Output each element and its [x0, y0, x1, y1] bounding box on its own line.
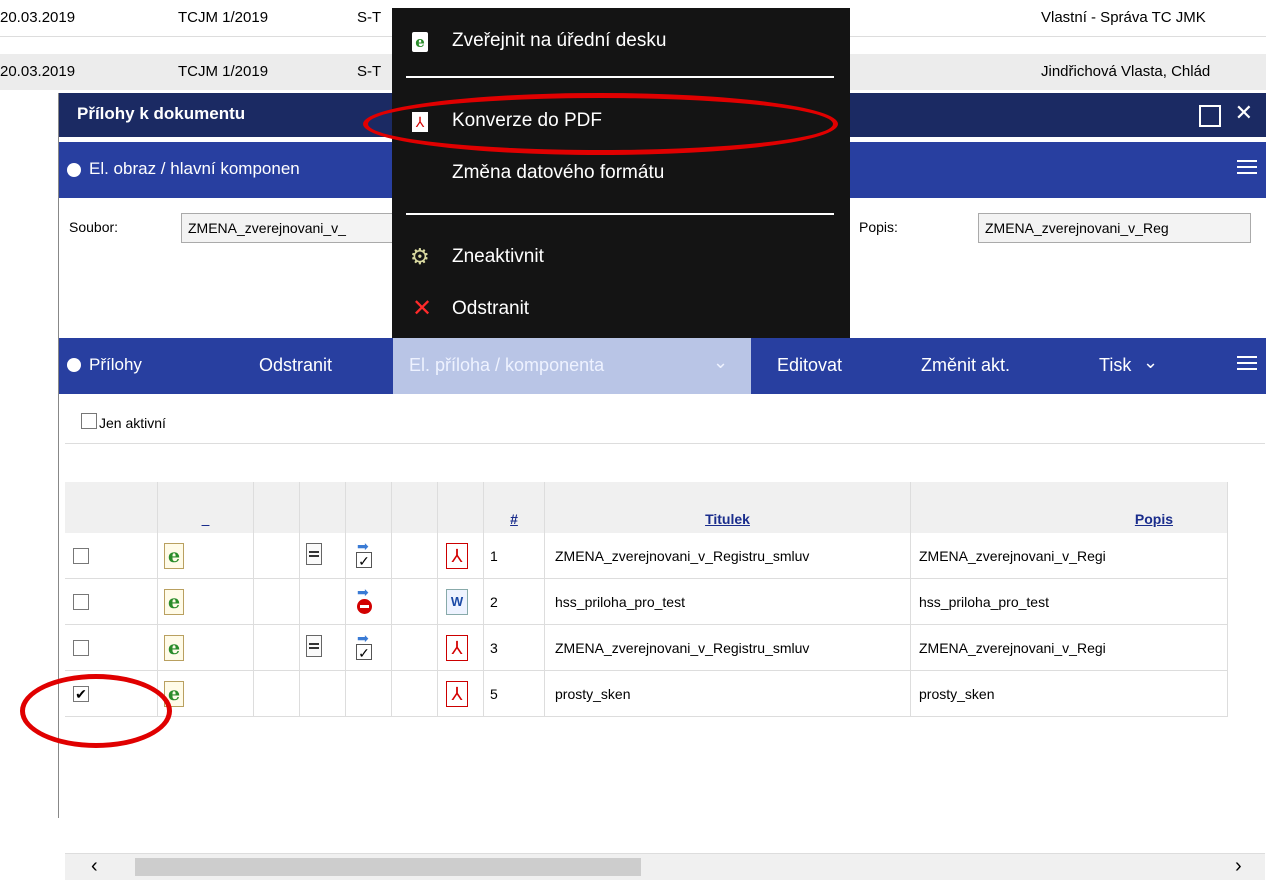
menu-item-change-format[interactable]: Změna datového formátu: [392, 154, 850, 194]
description-label: Popis:: [859, 219, 898, 235]
file-field[interactable]: ZMENA_zverejnovani_v_: [181, 213, 409, 243]
attachments-section-bar: Přílohy Odstranit El. příloha / komponen…: [59, 338, 1266, 394]
e-document-icon: e: [164, 542, 184, 569]
file-label: Soubor:: [69, 219, 119, 235]
menu-icon[interactable]: [1237, 156, 1257, 178]
only-active-checkbox[interactable]: [81, 413, 97, 429]
signature-valid-icon: ➡ ✓: [354, 631, 376, 661]
bullet-icon: [67, 163, 81, 177]
row-title: prosty_sken: [544, 670, 911, 717]
header-dash[interactable]: _: [157, 482, 254, 533]
print-button[interactable]: Tisk: [1099, 355, 1131, 376]
header-blank: [345, 482, 392, 533]
menu-item-label: Odstranit: [452, 298, 530, 319]
row-ref: TCJM 1/2019: [178, 9, 269, 26]
menu-icon[interactable]: [1237, 352, 1257, 374]
close-icon[interactable]: ✕: [1235, 100, 1253, 126]
table-row[interactable]: e ➡ ✓ ⅄ 3 ZMENA_zverejnovani_v_Registru_s…: [65, 624, 1228, 671]
close-icon: ✕: [412, 295, 433, 322]
row-number: 5: [483, 670, 545, 717]
header-blank: [253, 482, 300, 533]
annotation-ellipse: [20, 674, 172, 748]
horizontal-scrollbar[interactable]: ‹ ›: [65, 853, 1265, 880]
remove-button[interactable]: Odstranit: [259, 355, 332, 376]
scroll-left-icon[interactable]: ‹: [91, 855, 98, 878]
menu-item-label: Zneaktivnit: [452, 246, 544, 267]
pdf-icon: ⅄: [446, 634, 468, 661]
component-button-label: El. příloha / komponenta: [409, 355, 605, 375]
e-document-icon: e: [164, 588, 184, 615]
row-title: ZMENA_zverejnovani_v_Registru_smluv: [544, 533, 911, 579]
menu-item-publish[interactable]: e Zveřejnit na úřední desku: [392, 22, 850, 62]
pdf-icon: ⅄: [446, 542, 468, 569]
table-row[interactable]: ✔ e ⅄ 5 prosty_sken prosty_sken: [65, 670, 1228, 717]
row-checkbox[interactable]: [73, 639, 89, 656]
row-number: 1: [483, 533, 545, 579]
menu-item-deactivate[interactable]: ⚙ Zneaktivnit: [392, 238, 850, 278]
row-description: prosty_sken: [910, 670, 1228, 717]
maximize-icon[interactable]: [1199, 105, 1221, 127]
row-checkbox[interactable]: [73, 547, 89, 564]
row-description: ZMENA_zverejnovani_v_Regi: [910, 624, 1228, 671]
menu-item-label: Změna datového formátu: [452, 162, 665, 183]
table-row[interactable]: e ➡ W 2 hss_priloha_pro_test hss_priloha…: [65, 578, 1228, 625]
header-number[interactable]: #: [483, 482, 545, 533]
context-menu: e Zveřejnit na úřední desku ⅄ Konverze d…: [392, 8, 850, 338]
annotation-ellipse: [363, 93, 838, 155]
bullet-icon: [67, 358, 81, 372]
row-title: ZMENA_zverejnovani_v_Registru_smluv: [544, 624, 911, 671]
document-icon: [306, 635, 322, 657]
row-checkbox[interactable]: [73, 593, 89, 610]
header-blank: [299, 482, 346, 533]
row-date: 20.03.2019: [0, 9, 76, 26]
row-description: ZMENA_zverejnovani_v_Regi: [910, 533, 1228, 579]
gear-icon: ⚙: [410, 244, 430, 269]
scroll-right-icon[interactable]: ›: [1235, 855, 1242, 878]
header-blank: [391, 482, 438, 533]
row-date: 20.03.2019: [0, 63, 76, 80]
table-header-row: _ # Titulek Popis: [65, 482, 1228, 533]
description-field[interactable]: ZMENA_zverejnovani_v_Reg: [978, 213, 1251, 243]
header-blank: [437, 482, 484, 533]
section-title: El. obraz / hlavní komponen: [89, 159, 300, 178]
scrollbar-thumb[interactable]: [135, 858, 641, 876]
signature-valid-icon: ➡ ✓: [354, 539, 376, 569]
only-active-label: Jen aktivní: [99, 415, 166, 431]
row-code: S-T: [357, 63, 382, 80]
header-select: [65, 482, 158, 533]
e-document-icon: e: [164, 634, 184, 661]
e-document-icon: e: [412, 32, 428, 52]
section-title: Přílohy: [89, 355, 142, 374]
pdf-icon: ⅄: [446, 680, 468, 707]
chevron-down-icon[interactable]: ⌄: [1143, 352, 1158, 373]
row-right: Vlastní - Správa TC JMK: [1041, 9, 1206, 26]
attachments-table: _ # Titulek Popis e ➡ ✓ ⅄ 1 ZMENA_zverejn…: [65, 482, 1228, 717]
row-ref: TCJM 1/2019: [178, 63, 269, 80]
header-description[interactable]: Popis: [910, 482, 1228, 533]
component-button[interactable]: El. příloha / komponenta ⌄: [393, 338, 751, 394]
row-right: Jindřichová Vlasta, Chlád: [1041, 63, 1211, 80]
row-number: 3: [483, 624, 545, 671]
table-row[interactable]: e ➡ ✓ ⅄ 1 ZMENA_zverejnovani_v_Registru_s…: [65, 533, 1228, 579]
signature-invalid-icon: ➡: [354, 585, 376, 614]
dialog-title: Přílohy k dokumentu: [77, 104, 246, 123]
header-title[interactable]: Titulek: [544, 482, 911, 533]
menu-separator: [406, 213, 834, 215]
menu-item-remove[interactable]: ✕ Odstranit: [392, 290, 850, 330]
word-icon: W: [446, 588, 468, 615]
menu-separator: [406, 76, 834, 78]
divider: [65, 443, 1265, 444]
edit-button[interactable]: Editovat: [777, 355, 842, 376]
row-description: hss_priloha_pro_test: [910, 578, 1228, 625]
row-number: 2: [483, 578, 545, 625]
change-active-button[interactable]: Změnit akt.: [921, 355, 1010, 376]
menu-item-label: Zveřejnit na úřední desku: [452, 30, 667, 51]
row-code: S-T: [357, 9, 382, 26]
chevron-down-icon: ⌄: [713, 352, 729, 372]
row-title: hss_priloha_pro_test: [544, 578, 911, 625]
document-icon: [306, 543, 322, 565]
